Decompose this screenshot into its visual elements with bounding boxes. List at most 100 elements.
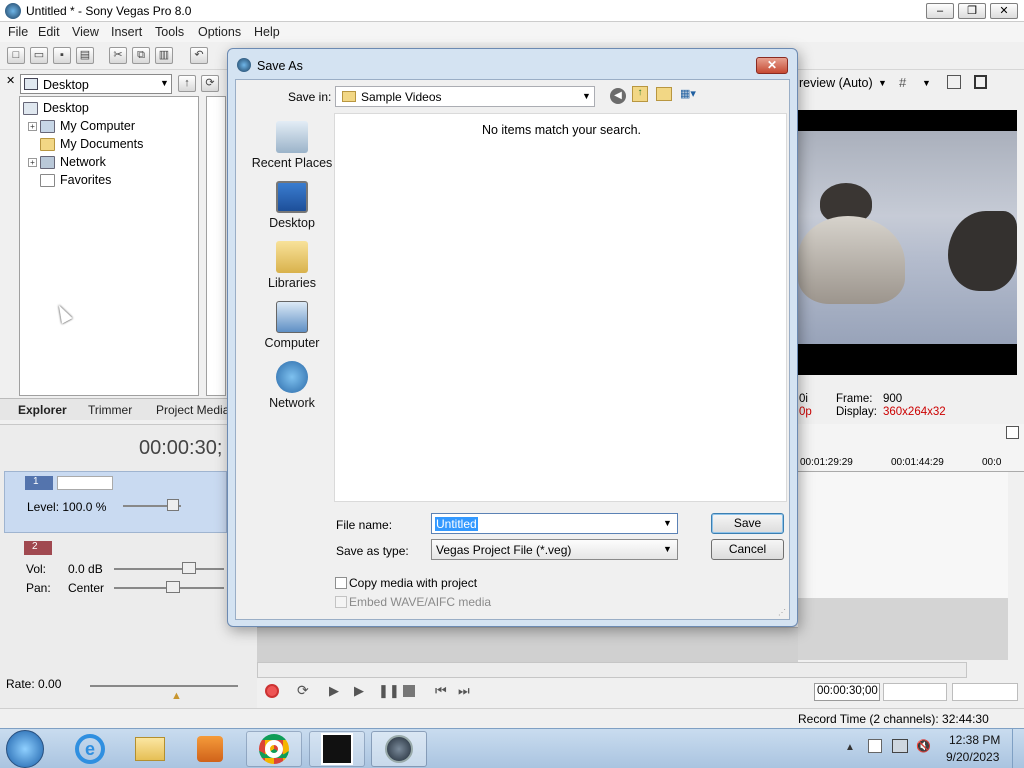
tree-item-my-documents[interactable]: My Documents <box>40 135 143 153</box>
action-center-icon[interactable] <box>868 739 882 753</box>
grid-overlay-icon[interactable]: # <box>899 75 906 90</box>
tab-trimmer[interactable]: Trimmer <box>88 403 132 417</box>
pan-slider-thumb[interactable] <box>166 581 180 593</box>
rate-slider[interactable] <box>90 685 238 687</box>
menu-view[interactable]: View <box>72 25 99 39</box>
file-list-view[interactable]: No items match your search. <box>334 113 787 502</box>
save-button[interactable]: Save <box>711 513 784 534</box>
chevron-down-icon[interactable]: ▼ <box>922 78 931 88</box>
file-name-input[interactable]: Untitled ▼ <box>431 513 678 534</box>
timeline-tracks <box>798 472 1008 660</box>
level-slider-thumb[interactable] <box>167 499 179 511</box>
new-folder-icon[interactable] <box>656 87 672 101</box>
volume-slider[interactable] <box>114 568 224 570</box>
chevron-down-icon[interactable]: ▼ <box>878 78 887 88</box>
location-value: Desktop <box>43 78 89 92</box>
track-level-label: Level: 100.0 % <box>27 500 107 514</box>
tab-explorer[interactable]: Explorer <box>18 403 67 417</box>
tree-item-desktop[interactable]: Desktop <box>23 99 89 117</box>
marker-icon[interactable] <box>1006 426 1019 439</box>
close-window-button[interactable]: ✕ <box>990 3 1018 19</box>
timeline-scrollbar[interactable] <box>257 662 967 678</box>
back-icon[interactable]: ◀ <box>610 88 626 104</box>
loop-icon[interactable]: ⟳ <box>297 682 309 699</box>
media-player-icon[interactable] <box>182 731 238 767</box>
clock-date[interactable]: 9/20/2023 <box>946 750 999 764</box>
expand-icon[interactable]: + <box>28 157 37 167</box>
cursor-position-field[interactable]: 00:00:30;00 <box>814 683 880 701</box>
place-desktop[interactable]: Desktop <box>248 181 336 230</box>
rate-slider-thumb[interactable]: ▲ <box>171 690 182 702</box>
chrome-icon[interactable] <box>246 731 302 767</box>
paste-icon[interactable]: ▥ <box>155 47 173 64</box>
play-icon[interactable]: ▶ <box>354 683 364 699</box>
refresh-icon[interactable]: ⟳ <box>201 75 219 92</box>
save-type-dropdown[interactable]: Vegas Project File (*.veg) ▼ <box>431 539 678 560</box>
tree-item-favorites[interactable]: Favorites <box>40 171 111 189</box>
network-tray-icon[interactable] <box>892 739 908 753</box>
record-icon[interactable] <box>265 684 279 698</box>
explorer-location-dropdown[interactable]: Desktop ▼ <box>20 74 172 94</box>
show-hidden-icons[interactable]: ▲ <box>845 742 855 753</box>
pause-icon[interactable]: ❚❚ <box>378 683 400 699</box>
osdi-app-icon[interactable] <box>309 731 365 767</box>
save-in-dropdown[interactable]: Sample Videos ▼ <box>335 86 595 107</box>
cancel-button[interactable]: Cancel <box>711 539 784 560</box>
tree-item-network[interactable]: + Network <box>28 153 106 171</box>
copy-snapshot-icon[interactable] <box>947 75 961 89</box>
panel-close-icon[interactable]: ✕ <box>6 74 15 87</box>
chevron-down-icon: ▼ <box>160 78 169 88</box>
internet-explorer-icon[interactable]: e <box>62 731 118 767</box>
place-libraries[interactable]: Libraries <box>248 241 336 290</box>
selection-length-field[interactable] <box>952 683 1018 701</box>
menu-tools[interactable]: Tools <box>155 25 184 39</box>
new-icon[interactable]: □ <box>7 47 25 64</box>
chevron-down-icon: ▼ <box>582 91 591 101</box>
dialog-close-button[interactable]: ✕ <box>756 57 788 74</box>
up-folder-icon[interactable]: ↑ <box>632 86 648 102</box>
place-recent-places[interactable]: Recent Places <box>248 121 336 170</box>
tree-item-my-computer[interactable]: + My Computer <box>28 117 135 135</box>
previous-icon[interactable]: ⏮ <box>435 683 447 699</box>
save-snapshot-icon[interactable] <box>974 75 987 89</box>
preview-frame-image <box>798 131 1017 344</box>
menu-options[interactable]: Options <box>198 25 241 39</box>
file-explorer-icon[interactable] <box>122 731 178 767</box>
volume-muted-icon[interactable]: 🔇 <box>916 739 931 753</box>
tab-project-media[interactable]: Project Media <box>156 403 229 417</box>
minimize-button[interactable]: – <box>926 3 954 19</box>
stop-icon[interactable] <box>403 685 415 697</box>
frame-value: 900 <box>883 393 903 405</box>
up-folder-icon[interactable]: ↑ <box>178 75 196 92</box>
copy-media-checkbox[interactable] <box>335 577 347 589</box>
undo-icon[interactable]: ↶ <box>190 47 208 64</box>
render-icon[interactable]: ▤ <box>76 47 94 64</box>
place-computer[interactable]: Computer <box>248 301 336 350</box>
place-network[interactable]: Network <box>248 361 336 410</box>
vegas-taskbar-icon[interactable] <box>371 731 427 767</box>
next-icon[interactable]: ⏭ <box>458 683 470 699</box>
chevron-down-icon[interactable]: ▼ <box>663 518 672 528</box>
ruler-label: 00:0 <box>982 457 1002 468</box>
save-icon[interactable]: ▪ <box>53 47 71 64</box>
menu-file[interactable]: File <box>8 25 28 39</box>
clock-time[interactable]: 12:38 PM <box>949 733 1000 747</box>
menu-insert[interactable]: Insert <box>111 25 142 39</box>
open-icon[interactable]: ▭ <box>30 47 48 64</box>
menu-edit[interactable]: Edit <box>38 25 60 39</box>
copy-icon[interactable]: ⧉ <box>132 47 150 64</box>
expand-icon[interactable]: + <box>28 121 37 131</box>
maximize-button[interactable]: ❐ <box>958 3 986 19</box>
cut-icon[interactable]: ✂ <box>109 47 127 64</box>
show-desktop-button[interactable] <box>1012 729 1024 768</box>
resize-grip-icon[interactable]: ⋰ <box>778 608 786 617</box>
play-from-start-icon[interactable]: ▶ <box>329 683 339 699</box>
preview-quality-dropdown[interactable]: review (Auto) <box>799 76 873 90</box>
view-menu-icon[interactable]: ▦▾ <box>680 87 704 101</box>
volume-slider-thumb[interactable] <box>182 562 196 574</box>
start-button[interactable] <box>6 730 44 768</box>
selection-start-field[interactable] <box>883 683 947 701</box>
menu-help[interactable]: Help <box>254 25 280 39</box>
track-name-field[interactable] <box>57 476 113 490</box>
embed-media-checkbox <box>335 596 347 608</box>
